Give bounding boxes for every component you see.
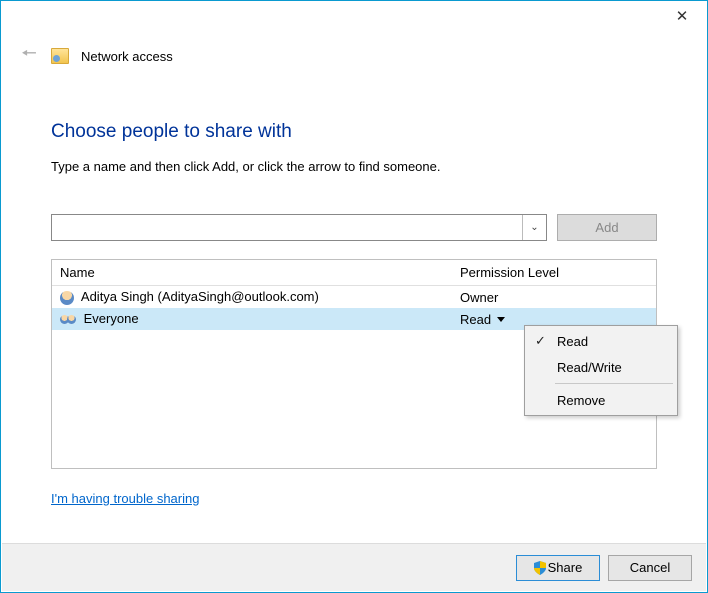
page-subtitle: Network access (81, 49, 173, 64)
help-link[interactable]: I'm having trouble sharing (51, 491, 199, 506)
table-row[interactable]: Aditya Singh (AdityaSingh@outlook.com) O… (52, 286, 656, 308)
permission-dropdown[interactable]: Read (460, 312, 505, 327)
column-header-permission[interactable]: Permission Level (460, 265, 648, 280)
page-heading: Choose people to share with (51, 121, 657, 143)
row-permission: Owner (460, 290, 648, 305)
menu-item-readwrite[interactable]: Read/Write (527, 354, 675, 380)
header: 🠔 Network access (1, 31, 707, 71)
network-folder-icon (51, 48, 69, 64)
menu-item-read[interactable]: Read (527, 328, 675, 354)
share-button-label: Share (548, 560, 583, 575)
menu-item-remove[interactable]: Remove (527, 387, 675, 413)
group-icon (60, 313, 76, 327)
column-header-name[interactable]: Name (60, 265, 460, 280)
name-combobox[interactable]: ⌄ (51, 214, 547, 241)
permission-menu: Read Read/Write Remove (524, 325, 678, 416)
add-button[interactable]: Add (557, 214, 657, 241)
row-permission: Read (460, 312, 491, 327)
shield-icon (534, 561, 546, 575)
chevron-down-icon (497, 317, 505, 322)
footer-bar: Share Cancel (2, 543, 706, 591)
instruction-text: Type a name and then click Add, or click… (51, 159, 657, 174)
menu-separator (555, 383, 673, 384)
row-name: Aditya Singh (AdityaSingh@outlook.com) (81, 289, 319, 304)
close-icon[interactable]: ✕ (667, 7, 697, 25)
share-button[interactable]: Share (516, 555, 600, 581)
name-input[interactable] (52, 215, 522, 240)
back-arrow-icon[interactable]: 🠔 (19, 41, 39, 71)
combobox-arrow-icon[interactable]: ⌄ (522, 215, 546, 240)
user-icon (60, 291, 74, 305)
cancel-button[interactable]: Cancel (608, 555, 692, 581)
row-name: Everyone (84, 311, 139, 326)
